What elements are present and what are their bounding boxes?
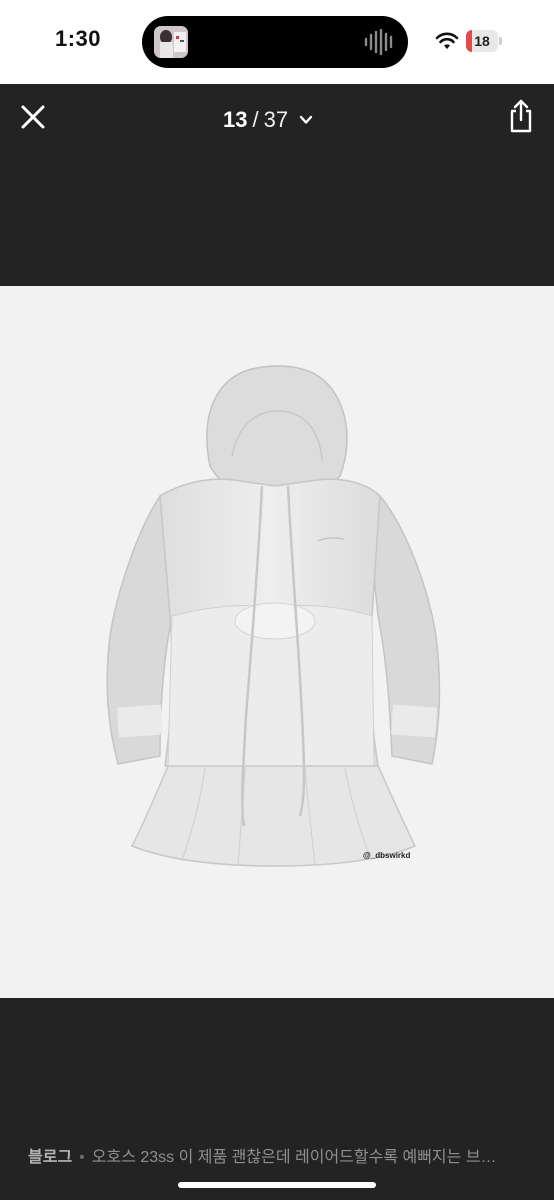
home-indicator[interactable] [178, 1182, 376, 1188]
wifi-icon [435, 31, 459, 51]
caption-separator-dot: • [79, 1149, 85, 1166]
product-photo[interactable]: @_dbswirkd [0, 286, 554, 998]
close-button[interactable] [16, 100, 50, 134]
image-counter-dropdown[interactable]: 13 / 37 [223, 106, 314, 134]
counter-separator: / [252, 107, 259, 132]
current-image-number: 13 [223, 107, 248, 132]
status-time: 1:30 [55, 26, 102, 51]
photo-watermark: @_dbswirkd [363, 851, 411, 860]
close-icon [21, 105, 45, 129]
image-caption[interactable]: 블로그 • 오호스 23ss 이 제품 괜찮은데 레이어드할수록 예뻐지는 브… [28, 1143, 528, 1167]
status-bar: 1:30 18 [0, 0, 554, 84]
share-button[interactable] [506, 98, 536, 134]
album-art-thumbnail [154, 26, 188, 58]
caption-text: 오호스 23ss 이 제품 괜찮은데 레이어드할수록 예뻐지는 브… [91, 1149, 497, 1166]
battery-level: 18 [474, 33, 490, 49]
caption-source: 블로그 [28, 1149, 73, 1166]
audio-waveform-icon [364, 28, 394, 56]
viewer-toolbar: 13 / 37 [0, 84, 554, 154]
chevron-down-icon [299, 115, 313, 124]
share-icon [510, 99, 532, 133]
battery-indicator: 18 [466, 30, 498, 52]
total-image-count: 37 [263, 107, 289, 132]
battery-cap [499, 37, 502, 45]
hooded-dress-illustration [106, 365, 441, 867]
dynamic-island[interactable] [142, 16, 408, 68]
